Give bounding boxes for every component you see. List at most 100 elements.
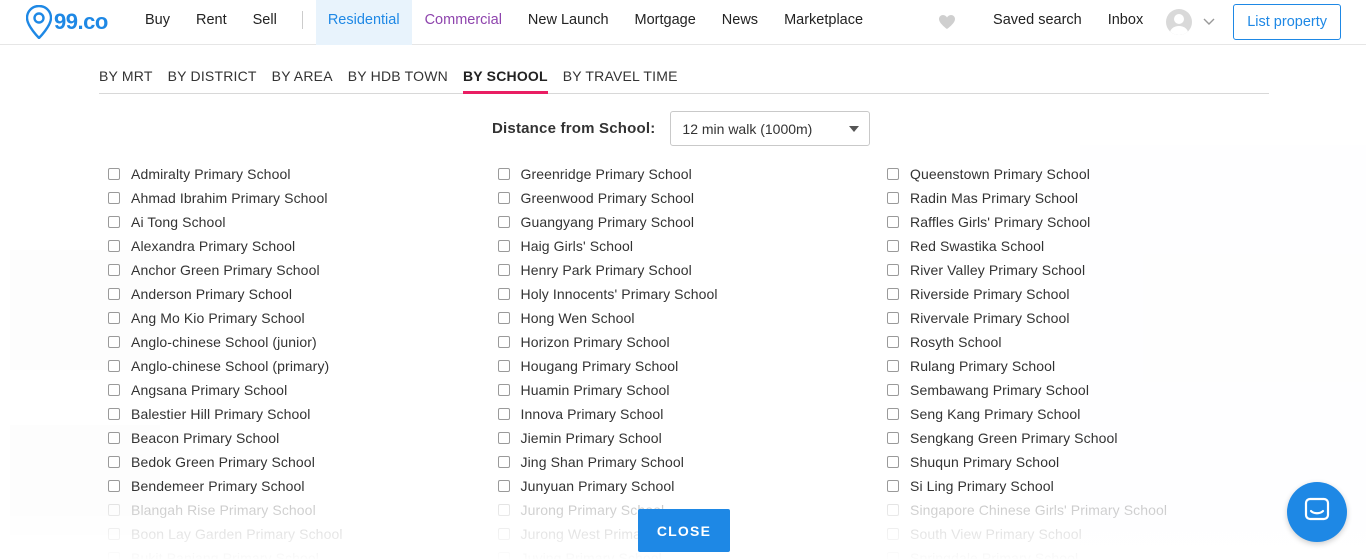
tab-by-district[interactable]: BY DISTRICT <box>168 61 257 94</box>
school-checkbox[interactable] <box>887 264 899 276</box>
nav-sell[interactable]: Sell <box>240 0 290 45</box>
school-option[interactable]: Anchor Green Primary School <box>108 258 498 282</box>
school-option[interactable]: Greenridge Primary School <box>497 162 888 186</box>
school-option[interactable]: Huamin Primary School <box>497 378 888 402</box>
school-checkbox[interactable] <box>887 192 899 204</box>
school-option[interactable]: Anglo-chinese School (junior) <box>108 330 498 354</box>
school-option[interactable]: River Valley Primary School <box>887 258 1277 282</box>
school-option[interactable]: Blangah Rise Primary School <box>108 498 498 522</box>
chat-launcher[interactable] <box>1287 482 1347 542</box>
list-property-button[interactable]: List property <box>1233 4 1341 40</box>
school-checkbox[interactable] <box>108 408 120 420</box>
school-option[interactable]: Jiemin Primary School <box>497 426 888 450</box>
school-option[interactable]: Anderson Primary School <box>108 282 498 306</box>
school-checkbox[interactable] <box>108 504 120 516</box>
school-option[interactable]: Anglo-chinese School (primary) <box>108 354 498 378</box>
school-option[interactable]: Singapore Chinese Girls' Primary School <box>887 498 1277 522</box>
school-option[interactable]: Beacon Primary School <box>108 426 498 450</box>
school-option[interactable]: Ang Mo Kio Primary School <box>108 306 498 330</box>
school-option[interactable]: Balestier Hill Primary School <box>108 402 498 426</box>
school-option[interactable]: Innova Primary School <box>497 402 888 426</box>
school-option[interactable]: Guangyang Primary School <box>497 210 888 234</box>
nav-saved-search[interactable]: Saved search <box>980 0 1095 45</box>
tab-by-area[interactable]: BY AREA <box>272 61 333 94</box>
school-checkbox[interactable] <box>497 288 510 300</box>
school-checkbox[interactable] <box>887 456 899 468</box>
school-option[interactable]: Riverside Primary School <box>887 282 1277 306</box>
school-checkbox[interactable] <box>497 216 510 228</box>
school-option[interactable]: Haig Girls' School <box>497 234 888 258</box>
tab-by-school[interactable]: BY SCHOOL <box>462 61 548 94</box>
school-checkbox[interactable] <box>887 432 899 444</box>
school-checkbox[interactable] <box>887 312 899 324</box>
school-option[interactable]: Radin Mas Primary School <box>887 186 1277 210</box>
school-option[interactable]: South View Primary School <box>887 522 1277 546</box>
school-checkbox[interactable] <box>108 360 120 372</box>
school-option[interactable]: Sengkang Green Primary School <box>887 426 1277 450</box>
nav-mortgage[interactable]: Mortgage <box>622 0 709 45</box>
school-option[interactable]: Bedok Green Primary School <box>108 450 498 474</box>
school-checkbox[interactable] <box>497 312 510 324</box>
school-checkbox[interactable] <box>887 240 899 252</box>
nav-rent[interactable]: Rent <box>183 0 240 45</box>
school-option[interactable]: Admiralty Primary School <box>108 162 498 186</box>
distance-select[interactable]: 12 min walk (1000m) <box>670 111 871 146</box>
school-checkbox[interactable] <box>108 240 120 252</box>
nav-buy[interactable]: Buy <box>145 0 183 45</box>
tab-by-hdb-town[interactable]: BY HDB TOWN <box>348 61 448 94</box>
school-checkbox[interactable] <box>108 264 120 276</box>
school-checkbox[interactable] <box>108 216 120 228</box>
school-checkbox[interactable] <box>497 384 510 396</box>
school-option[interactable]: Rosyth School <box>887 330 1277 354</box>
nav-news[interactable]: News <box>709 0 771 45</box>
school-checkbox[interactable] <box>887 528 899 540</box>
school-checkbox[interactable] <box>497 336 510 348</box>
school-option[interactable]: Si Ling Primary School <box>887 474 1277 498</box>
nav-new-launch[interactable]: New Launch <box>515 0 622 45</box>
school-checkbox[interactable] <box>887 504 899 516</box>
school-option[interactable]: Sembawang Primary School <box>887 378 1277 402</box>
school-checkbox[interactable] <box>108 288 120 300</box>
school-option[interactable]: Holy Innocents' Primary School <box>497 282 888 306</box>
school-option[interactable]: Queenstown Primary School <box>887 162 1277 186</box>
school-checkbox[interactable] <box>497 432 510 444</box>
school-checkbox[interactable] <box>108 528 120 540</box>
school-option[interactable]: Springdale Primary School <box>887 546 1277 559</box>
school-checkbox[interactable] <box>887 552 899 559</box>
nav-residential[interactable]: Residential <box>315 0 412 45</box>
nav-marketplace[interactable]: Marketplace <box>771 0 876 45</box>
account-menu[interactable] <box>1166 9 1215 35</box>
school-checkbox[interactable] <box>887 336 899 348</box>
nav-inbox[interactable]: Inbox <box>1095 0 1156 45</box>
school-checkbox[interactable] <box>887 384 899 396</box>
school-checkbox[interactable] <box>108 384 120 396</box>
school-option[interactable]: Hong Wen School <box>497 306 888 330</box>
school-option[interactable]: Jing Shan Primary School <box>497 450 888 474</box>
school-option[interactable]: Rulang Primary School <box>887 354 1277 378</box>
school-checkbox[interactable] <box>108 312 120 324</box>
tab-by-mrt[interactable]: BY MRT <box>99 61 153 94</box>
school-checkbox[interactable] <box>497 552 510 559</box>
school-checkbox[interactable] <box>497 192 510 204</box>
school-checkbox[interactable] <box>497 504 510 516</box>
school-option[interactable]: Bukit Panjang Primary School <box>108 546 498 559</box>
school-checkbox[interactable] <box>887 216 899 228</box>
school-checkbox[interactable] <box>497 168 510 180</box>
school-option[interactable]: Red Swastika School <box>887 234 1277 258</box>
logo[interactable]: 99.co <box>25 4 120 40</box>
school-checkbox[interactable] <box>887 408 899 420</box>
school-option[interactable]: Shuqun Primary School <box>887 450 1277 474</box>
school-option[interactable]: Greenwood Primary School <box>497 186 888 210</box>
school-checkbox[interactable] <box>108 456 120 468</box>
school-option[interactable]: Raffles Girls' Primary School <box>887 210 1277 234</box>
school-option[interactable]: Henry Park Primary School <box>497 258 888 282</box>
nav-commercial[interactable]: Commercial <box>412 0 515 45</box>
school-checkbox[interactable] <box>108 552 120 559</box>
school-checkbox[interactable] <box>108 480 120 492</box>
school-checkbox[interactable] <box>887 288 899 300</box>
school-checkbox[interactable] <box>497 240 510 252</box>
school-option[interactable]: Bendemeer Primary School <box>108 474 498 498</box>
school-checkbox[interactable] <box>497 456 510 468</box>
school-checkbox[interactable] <box>497 480 510 492</box>
school-option[interactable]: Angsana Primary School <box>108 378 498 402</box>
